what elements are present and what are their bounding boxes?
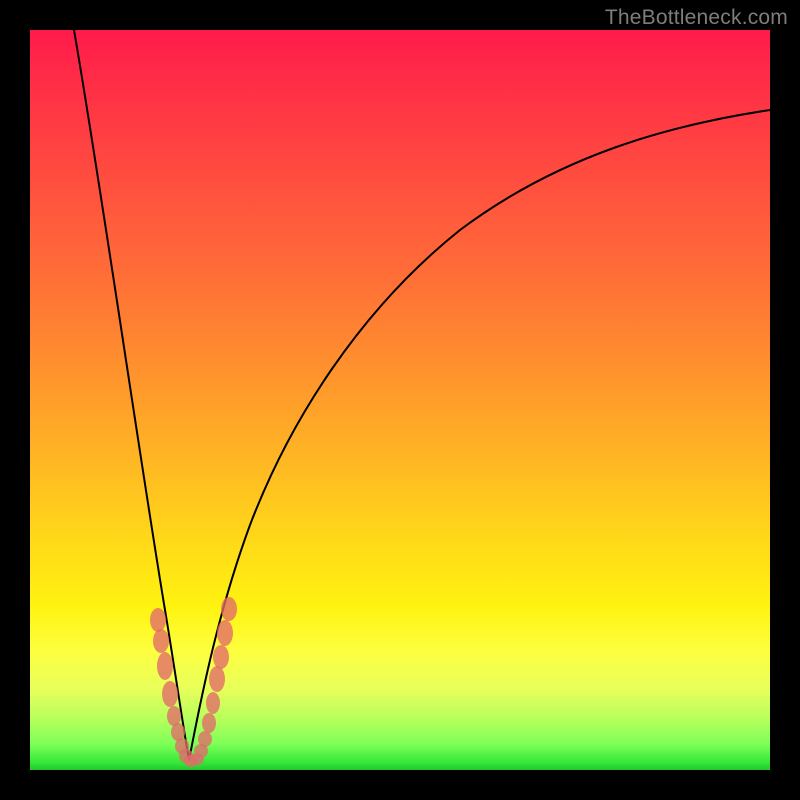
plot-area [30, 30, 770, 770]
chart-frame: TheBottleneck.com [0, 0, 800, 800]
datapoint [150, 608, 166, 632]
curve-right-branch [189, 110, 770, 760]
datapoint-cluster-left [150, 608, 198, 767]
datapoint [209, 666, 225, 692]
datapoint [162, 681, 178, 707]
datapoint [206, 692, 220, 714]
curve-layer [30, 30, 770, 770]
datapoint [157, 652, 173, 680]
datapoint [221, 597, 237, 621]
datapoint [217, 620, 233, 646]
datapoint [202, 713, 216, 733]
curve-left-branch [74, 30, 189, 760]
watermark-text: TheBottleneck.com [605, 6, 788, 30]
datapoint [167, 706, 181, 726]
datapoint [153, 629, 169, 653]
datapoint [213, 645, 229, 669]
datapoint-cluster-right [190, 597, 237, 765]
datapoint [198, 731, 212, 747]
